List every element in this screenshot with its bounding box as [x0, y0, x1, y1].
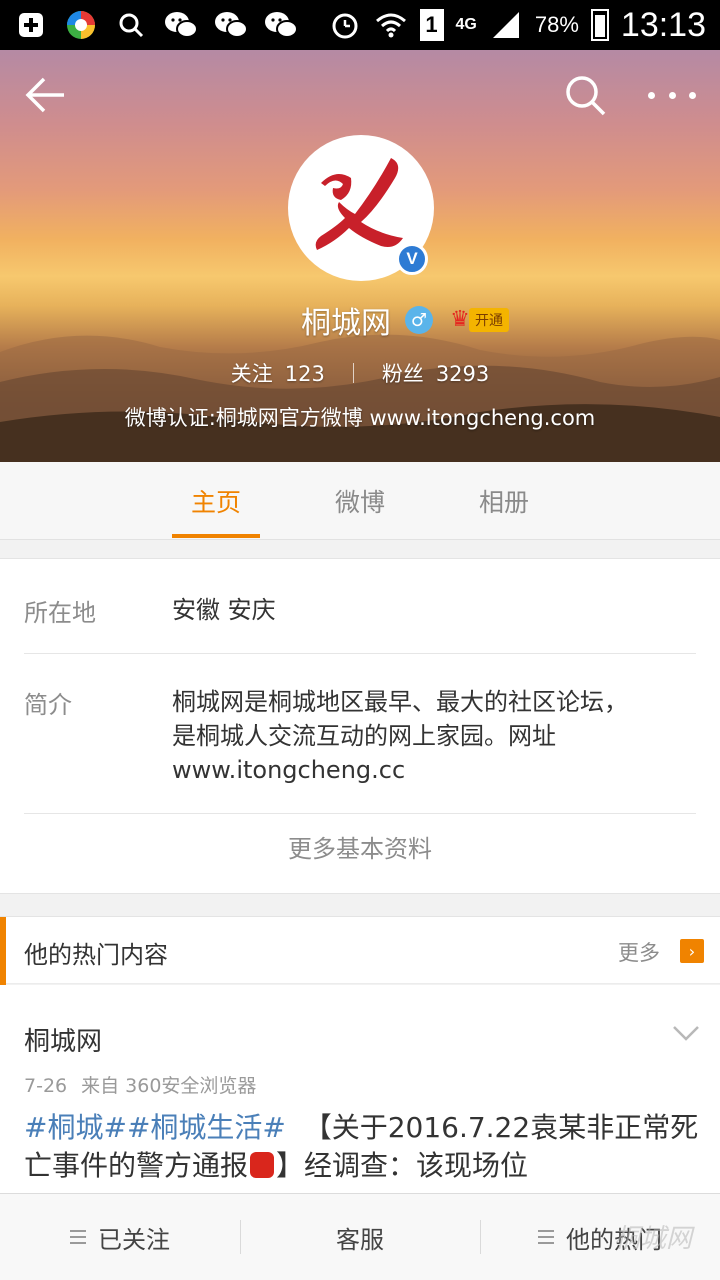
- browser-icon: [64, 8, 98, 42]
- sim-indicator: 1: [419, 9, 444, 41]
- his-hot-label: 他的热门: [566, 1225, 662, 1254]
- search-icon[interactable]: [562, 72, 608, 118]
- hashtag-link[interactable]: #桐城#: [24, 1111, 127, 1144]
- tab-album[interactable]: 相册: [432, 462, 576, 540]
- chevron-right-icon[interactable]: ›: [680, 939, 704, 963]
- bio-row: 简介 桐城网是桐城地区最早、最大的社区论坛，是桐城人交流互动的网上家园。网址ww…: [24, 685, 696, 787]
- wechat-icon: [164, 8, 198, 42]
- basic-info-card: 所在地 安徽 安庆 简介 桐城网是桐城地区最早、最大的社区论坛，是桐城人交流互动…: [0, 558, 720, 894]
- verified-badge-icon: V: [396, 243, 428, 275]
- bio-value: 桐城网是桐城地区最早、最大的社区论坛，是桐城人交流互动的网上家园。网址www.i…: [172, 688, 628, 784]
- his-hot-button[interactable]: 他的热门: [480, 1194, 720, 1280]
- wechat-icon: [264, 8, 298, 42]
- chevron-down-icon[interactable]: [672, 1023, 700, 1043]
- section-accent-bar: [0, 917, 6, 985]
- network-type: 4G: [455, 16, 477, 33]
- followed-button[interactable]: 已关注: [0, 1194, 240, 1280]
- stats-divider: [352, 363, 354, 383]
- clock: 13:13: [620, 5, 706, 44]
- tab-weibo[interactable]: 微博: [288, 462, 432, 540]
- profile-name: 桐城网: [301, 306, 391, 341]
- post-date: 7-26: [24, 1075, 68, 1097]
- status-bar: 1 4G 78% 13:13: [0, 0, 720, 50]
- location-value: 安徽 安庆: [172, 596, 276, 624]
- more-icon[interactable]: [648, 72, 696, 118]
- post-source: 来自 360安全浏览器: [81, 1075, 257, 1097]
- post-card[interactable]: 桐城网 7-26 来自 360安全浏览器 #桐城##桐城生活# 【关于2016.7…: [0, 985, 720, 1205]
- divider: [24, 653, 696, 654]
- hashtag-link[interactable]: #桐城生活#: [127, 1111, 286, 1144]
- search-notification-icon: [114, 8, 148, 42]
- post-content: #桐城##桐城生活# 【关于2016.7.22袁某非正常死亡事件的警方通报 】经调…: [24, 1109, 700, 1185]
- bottom-action-bar: 已关注 客服 他的热门: [0, 1193, 720, 1280]
- vip-open-button[interactable]: ♛ 开通: [447, 307, 509, 333]
- battery-icon: [590, 9, 609, 41]
- location-row: 所在地 安徽 安庆: [24, 593, 696, 628]
- red-lantern-emoji-icon: [250, 1152, 275, 1178]
- wifi-icon: [374, 8, 408, 42]
- hot-more-link[interactable]: 更多: [618, 937, 660, 967]
- bio-key: 简介: [24, 691, 72, 719]
- back-arrow-icon[interactable]: [22, 72, 68, 118]
- tab-home[interactable]: 主页: [144, 462, 288, 540]
- profile-header: V 桐城网 ♂ ♛ 开通 关注 123 粉丝 3293 微博认证:桐城网官方微博 w…: [0, 50, 720, 462]
- following-stat[interactable]: 关注 123: [231, 358, 325, 388]
- male-gender-icon: ♂: [405, 306, 433, 334]
- more-info-link[interactable]: 更多基本资料: [0, 829, 720, 864]
- location-key: 所在地: [24, 599, 96, 627]
- add-notification-icon: [14, 8, 48, 42]
- profile-tabs: 主页 微博 相册: [0, 462, 720, 540]
- wechat-icon: [214, 8, 248, 42]
- following-count: 123: [284, 362, 325, 386]
- followers-count: 3293: [435, 362, 490, 386]
- alarm-icon: [328, 8, 362, 42]
- menu-icon: [538, 1230, 554, 1244]
- post-meta: 7-26 来自 360安全浏览器: [24, 1071, 256, 1098]
- followers-stat[interactable]: 粉丝 3293: [382, 358, 489, 388]
- customer-service-button[interactable]: 客服: [240, 1194, 480, 1280]
- battery-percent: 78%: [534, 12, 579, 37]
- vip-label: 开通: [469, 308, 509, 332]
- post-text-continued: 】经调查：该现场位: [276, 1149, 529, 1182]
- customer-service-label: 客服: [336, 1225, 384, 1254]
- verification-text: 微博认证:桐城网官方微博 www.itongcheng.com: [124, 406, 596, 430]
- post-author[interactable]: 桐城网: [24, 1021, 102, 1058]
- following-label: 关注: [230, 362, 273, 386]
- menu-icon: [70, 1230, 86, 1244]
- divider: [24, 813, 696, 814]
- hot-content-header: 他的热门内容 更多 ›: [0, 916, 720, 985]
- hot-content-title: 他的热门内容: [24, 941, 168, 969]
- followed-label: 已关注: [98, 1225, 170, 1254]
- signal-icon: [489, 8, 523, 42]
- followers-label: 粉丝: [381, 362, 424, 386]
